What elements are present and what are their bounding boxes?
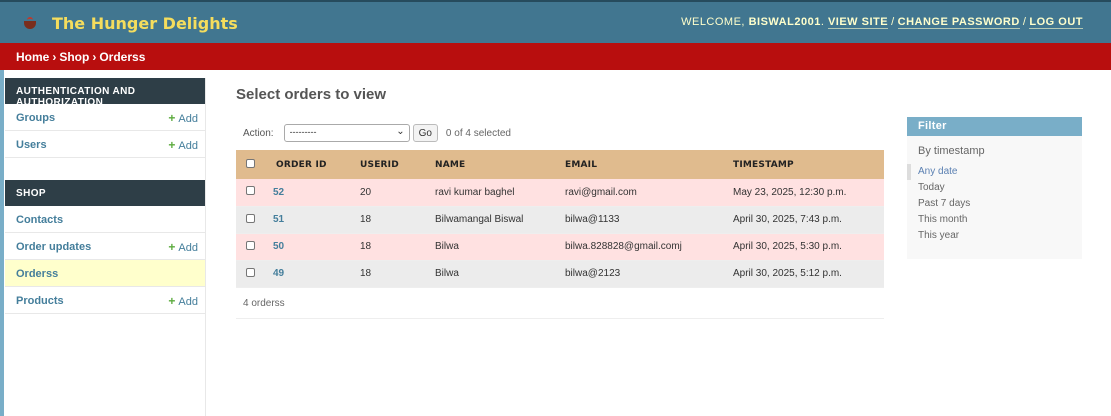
select-all-checkbox[interactable] [246,158,255,168]
breadcrumb-shop[interactable]: Shop [59,50,89,64]
select-all-cell [236,150,272,179]
welcome-text: Welcome, [681,16,745,28]
cell-timestamp: April 30, 2025, 5:30 p.m. [733,233,884,261]
table-header-row: Order ID UserID Name Email Timestamp [236,150,884,179]
breadcrumb: Home › Shop › Orderss [0,43,1111,70]
cell-email: bilwa.828828@gmail.comj [565,233,733,261]
sidebar-toggle[interactable] [0,70,4,416]
page-title: Select orders to view [236,86,387,103]
sidebar-item-groups: Groups + Add [5,104,205,131]
go-button[interactable]: Go [412,124,438,142]
row-checkbox[interactable] [246,213,255,223]
add-product-button[interactable]: + Add [168,294,198,308]
chevron-down-icon: ⌄ [396,126,405,137]
column-header-name[interactable]: Name [435,150,565,179]
cell-userid: 20 [360,179,435,207]
sidebar-link-contacts[interactable]: Contacts [16,214,63,226]
cell-timestamp: April 30, 2025, 7:43 p.m. [733,206,884,234]
sidebar-item-orderss: Orderss [5,260,205,287]
view-site-link[interactable]: View site [827,16,889,29]
filter-option-this-year[interactable]: This year [907,228,1082,244]
sidebar-link-orderss[interactable]: Orderss [16,268,58,280]
log-out-link[interactable]: Log out [1029,16,1083,29]
order-id-link[interactable]: 49 [272,268,284,279]
paginator: 4 orderss [236,288,884,319]
cell-name: ravi kumar baghel [435,179,565,207]
column-header-order-id[interactable]: Order ID [272,150,360,179]
filter-option-today[interactable]: Today [907,180,1082,196]
cell-email: bilwa@2123 [565,260,733,288]
sidebar-link-groups[interactable]: Groups [16,112,55,124]
results-table: Order ID UserID Name Email Timestamp 52 … [236,150,884,288]
cooking-pot-icon [22,16,38,32]
change-password-link[interactable]: Change password [897,16,1020,29]
sidebar-link-order-updates[interactable]: Order updates [16,241,91,253]
sidebar-item-products: Products + Add [5,287,205,314]
row-checkbox[interactable] [246,267,255,277]
filter-option-past-7-days[interactable]: Past 7 days [907,196,1082,212]
username: biswal2001 [748,16,821,28]
sidebar-nav: Authentication and Authorization Groups … [5,78,206,416]
column-header-email[interactable]: Email [565,150,733,179]
cell-name: Bilwa [435,260,565,288]
column-header-timestamp[interactable]: Timestamp [733,150,884,179]
selection-counter: 0 of 4 selected [445,127,511,139]
cell-email: ravi@gmail.com [565,179,733,207]
add-user-button[interactable]: + Add [168,138,198,152]
breadcrumb-home[interactable]: Home [16,50,49,64]
filter-panel: Filter By timestamp Any date Today Past … [907,117,1082,259]
table-row: 51 18 Bilwamangal Biswal bilwa@1133 Apri… [236,206,884,234]
plus-icon: + [168,138,176,152]
filter-subtitle: By timestamp [918,145,985,157]
filter-option-this-month[interactable]: This month [907,212,1082,228]
sidebar-link-products[interactable]: Products [16,295,64,307]
cell-name: Bilwamangal Biswal [435,206,565,234]
column-header-userid[interactable]: UserID [360,150,435,179]
site-branding[interactable]: The Hunger Delights [22,14,238,33]
user-tools: Welcome, biswal2001. View site / Change pa… [681,16,1083,29]
table-row: 52 20 ravi kumar baghel ravi@gmail.com M… [236,179,884,207]
order-id-link[interactable]: 50 [272,241,284,252]
table-row: 50 18 Bilwa bilwa.828828@gmail.comj Apri… [236,233,884,261]
module-caption-auth[interactable]: Authentication and Authorization [5,78,205,108]
order-id-link[interactable]: 51 [272,214,284,225]
sidebar-item-contacts: Contacts [5,206,205,233]
action-select-value: --------- [289,127,317,137]
plus-icon: + [168,294,176,308]
header: The Hunger Delights Welcome, biswal2001.… [0,0,1111,43]
filter-option-any-date[interactable]: Any date [907,164,1082,180]
sidebar-item-users: Users + Add [5,131,205,158]
action-label: Action: [243,127,274,139]
row-checkbox[interactable] [246,240,255,250]
cell-userid: 18 [360,260,435,288]
table-row: 49 18 Bilwa bilwa@2123 April 30, 2025, 5… [236,260,884,288]
cell-timestamp: April 30, 2025, 5:12 p.m. [733,260,884,288]
row-checkbox[interactable] [246,186,255,196]
sidebar-link-users[interactable]: Users [16,139,47,151]
action-select[interactable]: --------- ⌄ [283,124,410,142]
filter-title: Filter [907,117,1082,136]
cell-name: Bilwa [435,233,565,261]
cell-email: bilwa@1133 [565,206,733,234]
add-group-button[interactable]: + Add [168,111,198,125]
breadcrumb-current: Orderss [99,50,146,64]
plus-icon: + [168,111,176,125]
filter-options: Any date Today Past 7 days This month Th… [907,164,1082,244]
cell-userid: 18 [360,206,435,234]
add-order-update-button[interactable]: + Add [168,240,198,254]
module-caption-shop[interactable]: Shop [5,180,205,206]
site-title[interactable]: The Hunger Delights [52,14,238,33]
plus-icon: + [168,240,176,254]
sidebar-item-order-updates: Order updates + Add [5,233,205,260]
action-bar: Action: --------- ⌄ Go 0 of 4 selected [236,122,511,144]
cell-userid: 18 [360,233,435,261]
order-id-link[interactable]: 52 [272,187,284,198]
cell-timestamp: May 23, 2025, 12:30 p.m. [733,179,884,207]
